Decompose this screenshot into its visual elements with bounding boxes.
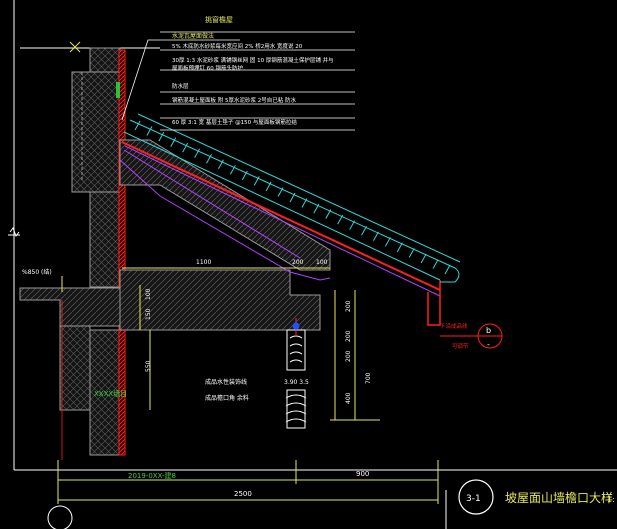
drawing-title: 坡屋面山墙檐口大样 — [505, 490, 613, 505]
floor-slab — [19, 269, 321, 331]
drip-sub: 可调节 — [452, 342, 469, 350]
cad-detail-drawing: 挑窗檐屋 水泥瓦屋面做法 5% 木底防水砂浆每米宽应间 2% 桥2用水 宽度说 … — [8, 0, 617, 529]
dim-150: 150 — [145, 308, 152, 320]
index-bottom: - — [487, 340, 490, 349]
dim-400: 400 — [345, 392, 352, 404]
callout-line-3: 30厚 1:3 水泥砂浆 满铺钢丝网 固 10 厚钢筋混凝土保护层铺 并与 — [172, 56, 334, 64]
callout-line-4: 屋面板预埋钉 60 钢筋头防护 — [172, 64, 243, 72]
callout-line-1: 水泥瓦屋面做法 — [172, 32, 214, 40]
callout-line-6: 钢筋混凝土屋面板 附 5厚水泥砂浆 2号自已粘 防水 — [172, 96, 296, 104]
tile-mark — [361, 225, 367, 236]
dim-200d: 200 — [345, 350, 352, 362]
tile-mark — [373, 231, 379, 242]
top-note: 挑窗檐屋 — [205, 15, 233, 24]
wall-label: XXXX墙目 — [94, 389, 127, 398]
sheet-ref-text: 3-1 — [466, 494, 481, 504]
dim-200c: 200 — [345, 330, 352, 342]
tile-mark — [325, 209, 332, 219]
dim-100a: 100 — [316, 259, 328, 266]
dim-2500: 2500 — [234, 490, 252, 498]
tile-mark — [384, 237, 391, 247]
dim-200a: 200 — [292, 259, 304, 266]
drawing-scale: 1: — [607, 495, 615, 504]
dim-1100: 1100 — [196, 259, 211, 266]
tile-mark — [337, 214, 344, 225]
tile-mark — [420, 253, 427, 264]
callout-line-5: 防水层 — [172, 82, 189, 90]
dim-550: 550 — [145, 360, 152, 372]
drip-note: 下沿成品线 — [440, 322, 468, 330]
dim-100b: 100 — [145, 288, 152, 300]
note-1: 成品水性装饰线 — [205, 378, 247, 386]
tile-mark — [396, 242, 403, 253]
callout-line-2: 5% 木底防水砂浆每米宽应间 2% 桥2用水 宽度说 20 — [172, 42, 303, 50]
sheet-ref: 3-1 — [47, 479, 494, 529]
dim-700: 700 — [365, 372, 372, 384]
ornament-column — [285, 318, 307, 429]
note-2: 成品檐口角 余料 — [205, 394, 249, 402]
tile-mark — [444, 264, 451, 275]
dim-900: 900 — [356, 470, 369, 478]
note-1-val: 3.90 3.5 — [284, 379, 309, 386]
tile-mark — [408, 248, 415, 258]
callout-line-7: 60 厚 3:1 宽 基层土垫子 @150 与屋面板钢筋拉结 — [172, 118, 297, 126]
tile-mark — [432, 259, 439, 269]
dim-200b: 200 — [345, 300, 352, 312]
project-code: 2019-0XX-建8 — [128, 471, 176, 480]
index-top: b — [486, 326, 491, 335]
tile-mark — [349, 220, 356, 230]
level-mark: %850 (结) — [22, 268, 52, 276]
tile-mark — [313, 203, 320, 214]
roof-slab — [119, 139, 331, 271]
